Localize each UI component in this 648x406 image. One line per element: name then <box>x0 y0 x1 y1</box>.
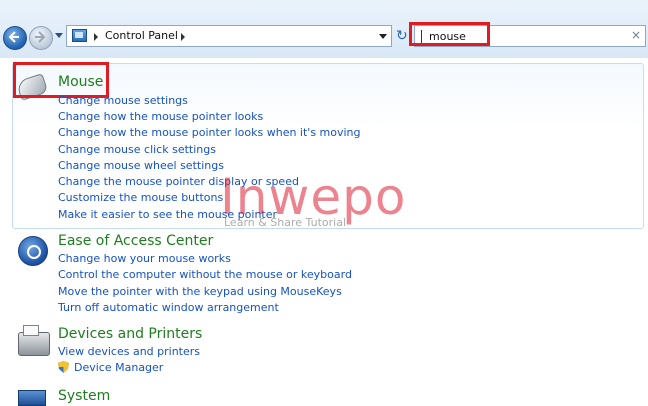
link-pointer-looks[interactable]: Change how the mouse pointer looks <box>58 110 263 123</box>
ease-of-access-icon[interactable] <box>18 236 48 266</box>
address-field[interactable]: Control Panel <box>66 25 392 47</box>
link-customize-buttons[interactable]: Customize the mouse buttons <box>58 191 223 204</box>
breadcrumb-chevron-icon[interactable] <box>181 33 185 41</box>
back-arrow-icon <box>8 31 19 43</box>
search-highlight-box <box>409 22 490 46</box>
control-panel-icon <box>72 29 87 42</box>
link-mousekeys[interactable]: Move the pointer with the keypad using M… <box>58 285 342 298</box>
clear-search-icon[interactable]: × <box>631 28 641 42</box>
link-control-without-mouse[interactable]: Control the computer without the mouse o… <box>58 268 352 281</box>
address-dropdown-icon[interactable] <box>379 34 387 39</box>
link-view-devices[interactable]: View devices and printers <box>58 345 200 358</box>
address-toolbar: Control Panel ↻ × <box>0 0 648 58</box>
mouse-highlight-box <box>13 62 109 98</box>
link-change-mouse-works[interactable]: Change how your mouse works <box>58 252 231 265</box>
link-window-arrangement[interactable]: Turn off automatic window arrangement <box>58 301 279 314</box>
link-device-manager[interactable]: Device Manager <box>74 361 163 374</box>
group-title-devices-printers[interactable]: Devices and Printers <box>58 326 202 342</box>
forward-button[interactable] <box>29 26 53 50</box>
link-wheel-settings[interactable]: Change mouse wheel settings <box>58 159 224 172</box>
refresh-icon[interactable]: ↻ <box>396 28 408 44</box>
link-click-settings[interactable]: Change mouse click settings <box>58 143 216 156</box>
link-pointer-looks-moving[interactable]: Change how the mouse pointer looks when … <box>58 126 361 139</box>
breadcrumb-chevron-icon[interactable] <box>94 33 98 41</box>
uac-shield-icon <box>58 361 69 373</box>
breadcrumb-control-panel[interactable]: Control Panel <box>105 29 178 42</box>
link-change-mouse-settings[interactable]: Change mouse settings <box>58 94 188 107</box>
devices-printers-icon[interactable] <box>18 325 50 356</box>
back-button[interactable] <box>3 26 27 50</box>
group-title-ease-of-access[interactable]: Ease of Access Center <box>58 233 213 249</box>
forward-arrow-icon <box>35 31 46 43</box>
recent-pages-dropdown[interactable] <box>55 33 63 38</box>
group-title-system[interactable]: System <box>58 388 110 404</box>
watermark-tagline: Learn & Share Tutorial <box>224 216 346 229</box>
